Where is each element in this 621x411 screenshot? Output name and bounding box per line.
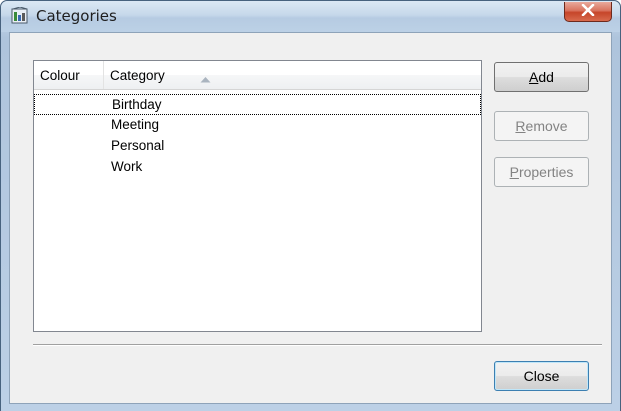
close-window-button[interactable] bbox=[564, 2, 612, 22]
dialog-client-area: Colour Category Birthday Meeting Persona… bbox=[9, 32, 612, 404]
category-name: Meeting bbox=[111, 117, 160, 132]
categories-dialog: Categories Colour Category Birthday Meet… bbox=[0, 0, 621, 411]
categories-app-icon bbox=[11, 6, 29, 25]
properties-button[interactable]: Properties bbox=[494, 157, 589, 187]
properties-button-label-rest: roperties bbox=[518, 164, 574, 180]
add-button-label-rest: dd bbox=[538, 69, 554, 85]
close-button[interactable]: Close bbox=[494, 361, 589, 391]
remove-button[interactable]: Remove bbox=[494, 111, 589, 141]
category-name: Work bbox=[111, 159, 143, 174]
list-item[interactable]: Work bbox=[34, 157, 481, 178]
add-button-accel: A bbox=[529, 69, 539, 85]
column-header-label: Category bbox=[110, 68, 165, 83]
category-name: Personal bbox=[111, 138, 165, 153]
close-x-icon bbox=[581, 3, 595, 21]
column-header-colour[interactable]: Colour bbox=[34, 61, 104, 89]
properties-button-accel: P bbox=[509, 164, 519, 180]
add-button[interactable]: Add bbox=[494, 62, 589, 92]
list-header: Colour Category bbox=[34, 61, 481, 90]
window-title: Categories bbox=[36, 7, 117, 25]
categories-list[interactable]: Colour Category Birthday Meeting Persona… bbox=[33, 60, 482, 332]
sort-ascending-arrow-icon bbox=[200, 70, 211, 88]
column-header-label: Colour bbox=[40, 68, 80, 83]
column-header-category[interactable]: Category bbox=[104, 61, 481, 89]
list-item[interactable]: Meeting bbox=[34, 115, 481, 136]
list-item[interactable]: Birthday bbox=[34, 94, 481, 115]
category-name: Birthday bbox=[112, 97, 162, 112]
window-bottom-frame bbox=[1, 404, 620, 411]
remove-button-label-rest: emove bbox=[525, 118, 568, 134]
close-button-label: Close bbox=[523, 368, 560, 384]
separator bbox=[33, 344, 602, 346]
remove-button-accel: R bbox=[515, 118, 526, 134]
title-bar[interactable]: Categories bbox=[1, 1, 620, 32]
list-item[interactable]: Personal bbox=[34, 136, 481, 157]
